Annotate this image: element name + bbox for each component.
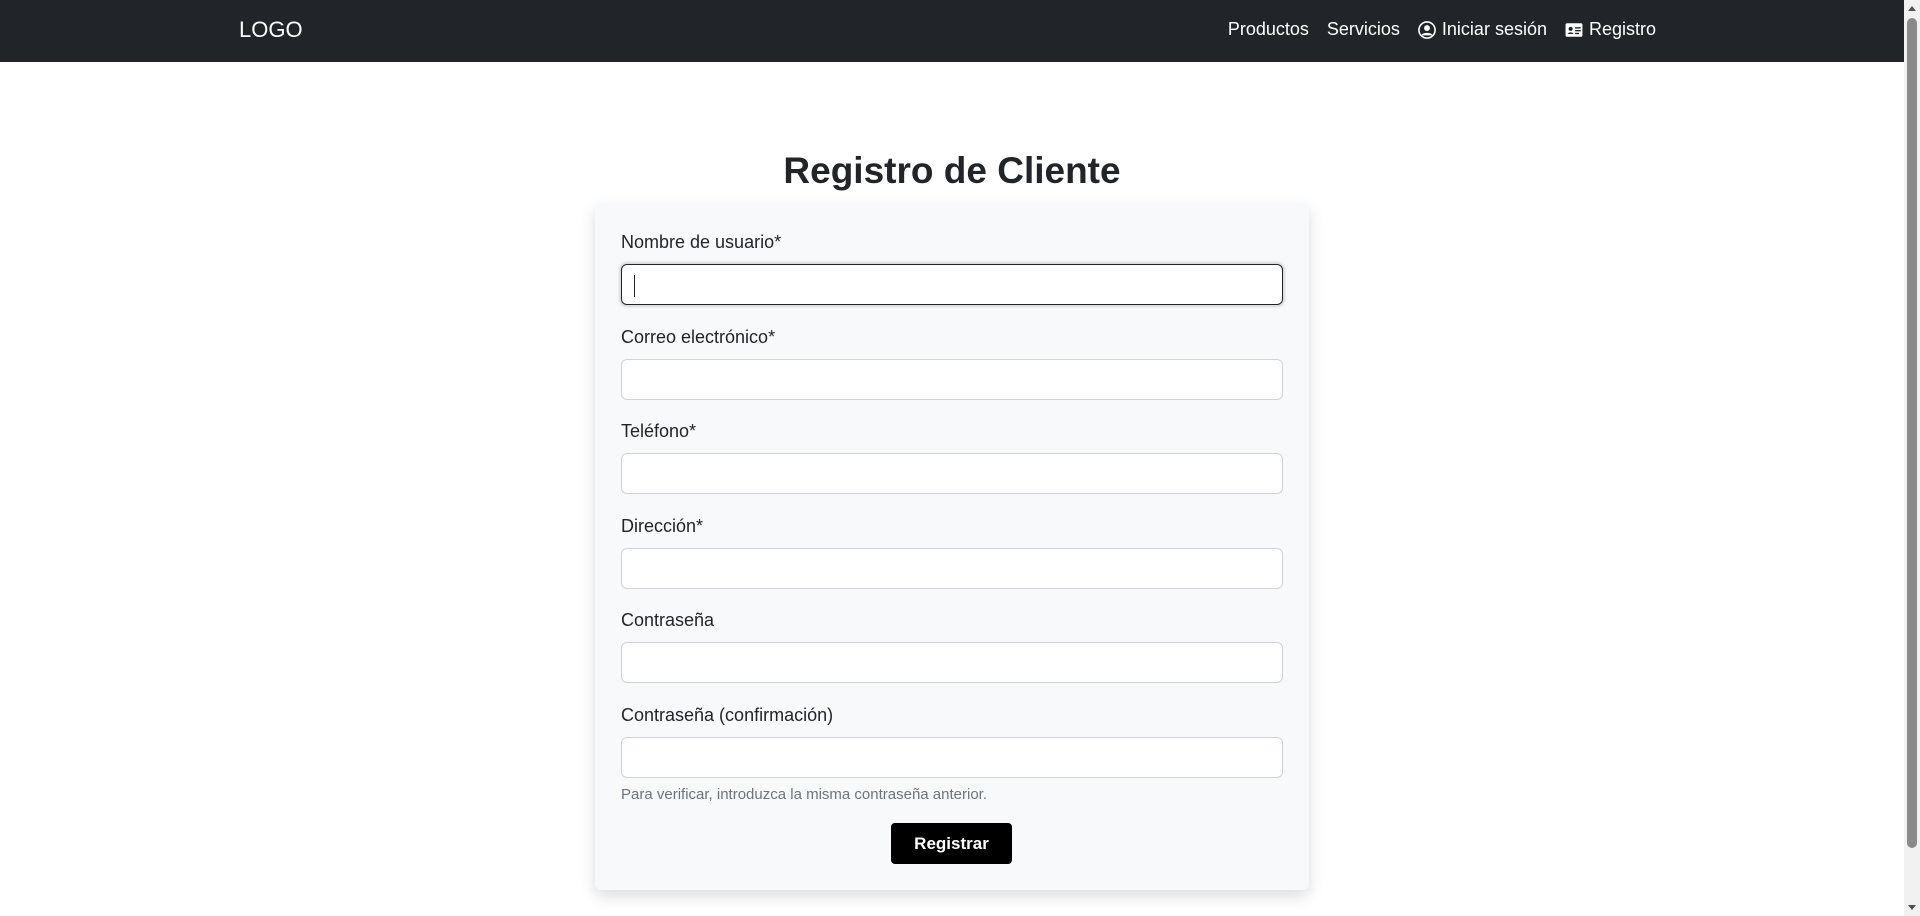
navbar: LOGO Productos Servicios Iniciar sesión bbox=[0, 0, 1904, 62]
email-field-group: Correo electrónico* bbox=[621, 325, 1283, 400]
nav-link-productos[interactable]: Productos bbox=[1228, 19, 1309, 40]
username-label: Nombre de usuario* bbox=[621, 232, 782, 252]
password-help-text: Para verificar, introduzca la misma cont… bbox=[621, 786, 987, 803]
nav-link-label: Productos bbox=[1227, 19, 1309, 39]
vertical-scrollbar[interactable] bbox=[1904, 0, 1920, 916]
password-label: Contraseña bbox=[621, 610, 715, 630]
phone-label: Teléfono* bbox=[621, 421, 697, 441]
scroll-up-arrow-icon[interactable] bbox=[1904, 0, 1920, 16]
nav-link-label: Registro bbox=[1588, 19, 1656, 39]
nav-links: Productos Servicios Iniciar sesión Regis… bbox=[1228, 19, 1656, 40]
nav-link-login[interactable]: Iniciar sesión bbox=[1418, 19, 1547, 40]
register-button[interactable]: Registrar bbox=[891, 823, 1012, 864]
password-input[interactable] bbox=[621, 642, 1283, 683]
nav-link-label: Servicios bbox=[1326, 19, 1400, 39]
scroll-down-arrow-icon[interactable] bbox=[1904, 900, 1920, 916]
id-card-icon bbox=[1565, 22, 1583, 37]
nav-link-label: Iniciar sesión bbox=[1441, 19, 1547, 39]
page-title: Registro de Cliente bbox=[783, 150, 1121, 191]
phone-input[interactable] bbox=[621, 453, 1283, 494]
text-caret bbox=[634, 275, 635, 297]
email-input[interactable] bbox=[621, 359, 1283, 400]
phone-field-group: Teléfono* bbox=[621, 419, 1283, 494]
nav-link-registro[interactable]: Registro bbox=[1565, 19, 1656, 40]
registration-form: Nombre de usuario* Correo electrónico* T… bbox=[595, 204, 1309, 890]
username-field-group: Nombre de usuario* bbox=[621, 230, 1283, 305]
scrollbar-thumb[interactable] bbox=[1907, 18, 1917, 848]
password-field-group: Contraseña bbox=[621, 608, 1283, 683]
address-label: Dirección* bbox=[621, 516, 704, 536]
username-input[interactable] bbox=[621, 264, 1283, 305]
nav-link-servicios[interactable]: Servicios bbox=[1327, 19, 1400, 40]
logo[interactable]: LOGO bbox=[239, 17, 303, 43]
address-field-group: Dirección* bbox=[621, 514, 1283, 589]
email-label: Correo electrónico* bbox=[621, 327, 776, 347]
password-confirm-input[interactable] bbox=[621, 737, 1283, 778]
password-confirm-label: Contraseña (confirmación) bbox=[621, 705, 834, 725]
password-confirm-field-group: Contraseña (confirmación) Para verificar… bbox=[621, 703, 1283, 803]
address-input[interactable] bbox=[621, 548, 1283, 589]
page: LOGO Productos Servicios Iniciar sesión bbox=[0, 0, 1920, 916]
user-circle-icon bbox=[1418, 20, 1436, 39]
